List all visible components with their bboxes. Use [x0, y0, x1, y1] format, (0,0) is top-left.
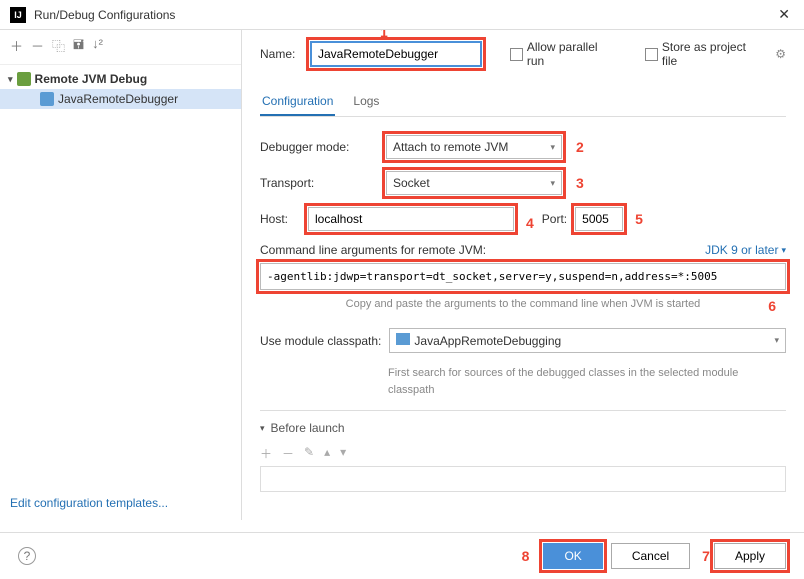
annotation-7: 7: [702, 548, 710, 564]
name-label: Name:: [260, 47, 302, 61]
tree-root-label: Remote JVM Debug: [35, 72, 148, 86]
divider: [260, 410, 786, 411]
gear-icon[interactable]: ⚙: [775, 47, 786, 61]
cmdline-label: Command line arguments for remote JVM:: [260, 243, 486, 257]
host-input[interactable]: [308, 207, 514, 231]
config-tree: ▾ Remote JVM Debug JavaRemoteDebugger: [0, 65, 241, 486]
up-icon[interactable]: ▴: [324, 445, 330, 462]
ok-button[interactable]: OK: [543, 543, 602, 569]
add-icon[interactable]: ＋: [10, 36, 23, 58]
copy-helper-text: Copy and paste the arguments to the comm…: [346, 298, 701, 310]
tree-item-java-remote-debugger[interactable]: JavaRemoteDebugger: [0, 89, 241, 109]
tree-root-remote-jvm[interactable]: ▾ Remote JVM Debug: [0, 69, 241, 89]
tab-bar: Configuration Logs: [260, 88, 786, 117]
add-icon[interactable]: ＋: [260, 445, 272, 462]
port-input[interactable]: [575, 207, 623, 231]
tree-item-label: JavaRemoteDebugger: [58, 92, 178, 106]
down-icon[interactable]: ▾: [340, 445, 346, 462]
remove-icon[interactable]: －: [31, 36, 44, 58]
tab-logs[interactable]: Logs: [351, 88, 381, 116]
allow-parallel-label: Allow parallel run: [527, 40, 617, 68]
bottom-bar: ? 8 OK Cancel 7 Apply: [0, 532, 804, 579]
chevron-down-icon: ▾: [550, 142, 555, 153]
debugger-mode-label: Debugger mode:: [260, 140, 378, 154]
before-launch-section[interactable]: ▾ Before launch: [260, 421, 786, 435]
annotation-1: 1: [380, 30, 388, 40]
chevron-down-icon: ▾: [260, 423, 265, 434]
annotation-4: 4: [526, 215, 534, 231]
store-project-checkbox[interactable]: [645, 48, 658, 61]
remove-icon[interactable]: －: [282, 445, 294, 462]
debugger-mode-value: Attach to remote JVM: [393, 140, 508, 154]
left-panel: ＋ － ⿻ 🖬 ↓² ▾ Remote JVM Debug JavaRemote…: [0, 30, 242, 520]
help-icon[interactable]: ?: [18, 547, 36, 565]
chevron-down-icon: ▾: [8, 74, 13, 85]
config-type-icon: [17, 72, 31, 86]
transport-select[interactable]: Socket ▾: [386, 171, 562, 195]
tab-configuration[interactable]: Configuration: [260, 88, 335, 116]
save-icon[interactable]: 🖬: [73, 36, 84, 58]
before-launch-label: Before launch: [271, 421, 345, 435]
port-label: Port:: [542, 212, 567, 226]
chevron-down-icon: ▾: [550, 178, 555, 189]
name-input[interactable]: [310, 41, 482, 67]
before-launch-list[interactable]: [260, 466, 786, 492]
config-item-icon: [40, 92, 54, 106]
close-icon[interactable]: ✕: [774, 6, 794, 23]
debugger-mode-select[interactable]: Attach to remote JVM ▾: [386, 135, 562, 159]
transport-label: Transport:: [260, 176, 378, 190]
titlebar: IJ Run/Debug Configurations ✕: [0, 0, 804, 30]
allow-parallel-checkbox[interactable]: [510, 48, 523, 61]
edit-icon[interactable]: ✎: [304, 445, 314, 462]
store-project-label: Store as project file: [662, 40, 763, 68]
apply-button[interactable]: Apply: [714, 543, 786, 569]
annotation-5: 5: [635, 211, 643, 227]
jdk-link-text: JDK 9 or later: [705, 243, 778, 257]
chevron-down-icon: ▾: [774, 335, 779, 346]
before-launch-toolbar: ＋ － ✎ ▴ ▾: [260, 441, 786, 466]
classpath-select[interactable]: JavaAppRemoteDebugging ▾: [389, 328, 786, 353]
annotation-3: 3: [576, 175, 584, 191]
annotation-6: 6: [768, 298, 776, 314]
transport-value: Socket: [393, 176, 430, 190]
tree-toolbar: ＋ － ⿻ 🖬 ↓²: [0, 30, 241, 65]
classpath-helper-text: First search for sources of the debugged…: [388, 365, 786, 398]
cmdline-input[interactable]: [260, 263, 786, 290]
module-icon: [396, 333, 410, 345]
annotation-8: 8: [522, 548, 530, 564]
copy-icon[interactable]: ⿻: [52, 36, 65, 58]
right-panel: Name: Allow parallel run Store as projec…: [242, 30, 804, 520]
cancel-button[interactable]: Cancel: [611, 543, 690, 569]
sort-icon[interactable]: ↓²: [92, 36, 103, 58]
chevron-down-icon: ▾: [781, 245, 786, 256]
host-label: Host:: [260, 212, 300, 226]
jdk-version-link[interactable]: JDK 9 or later ▾: [705, 243, 786, 257]
classpath-value: JavaAppRemoteDebugging: [414, 334, 561, 348]
window-title: Run/Debug Configurations: [34, 8, 774, 22]
edit-templates-link[interactable]: Edit configuration templates...: [0, 486, 241, 520]
classpath-label: Use module classpath:: [260, 334, 381, 348]
app-icon: IJ: [10, 7, 26, 23]
annotation-2: 2: [576, 139, 584, 155]
